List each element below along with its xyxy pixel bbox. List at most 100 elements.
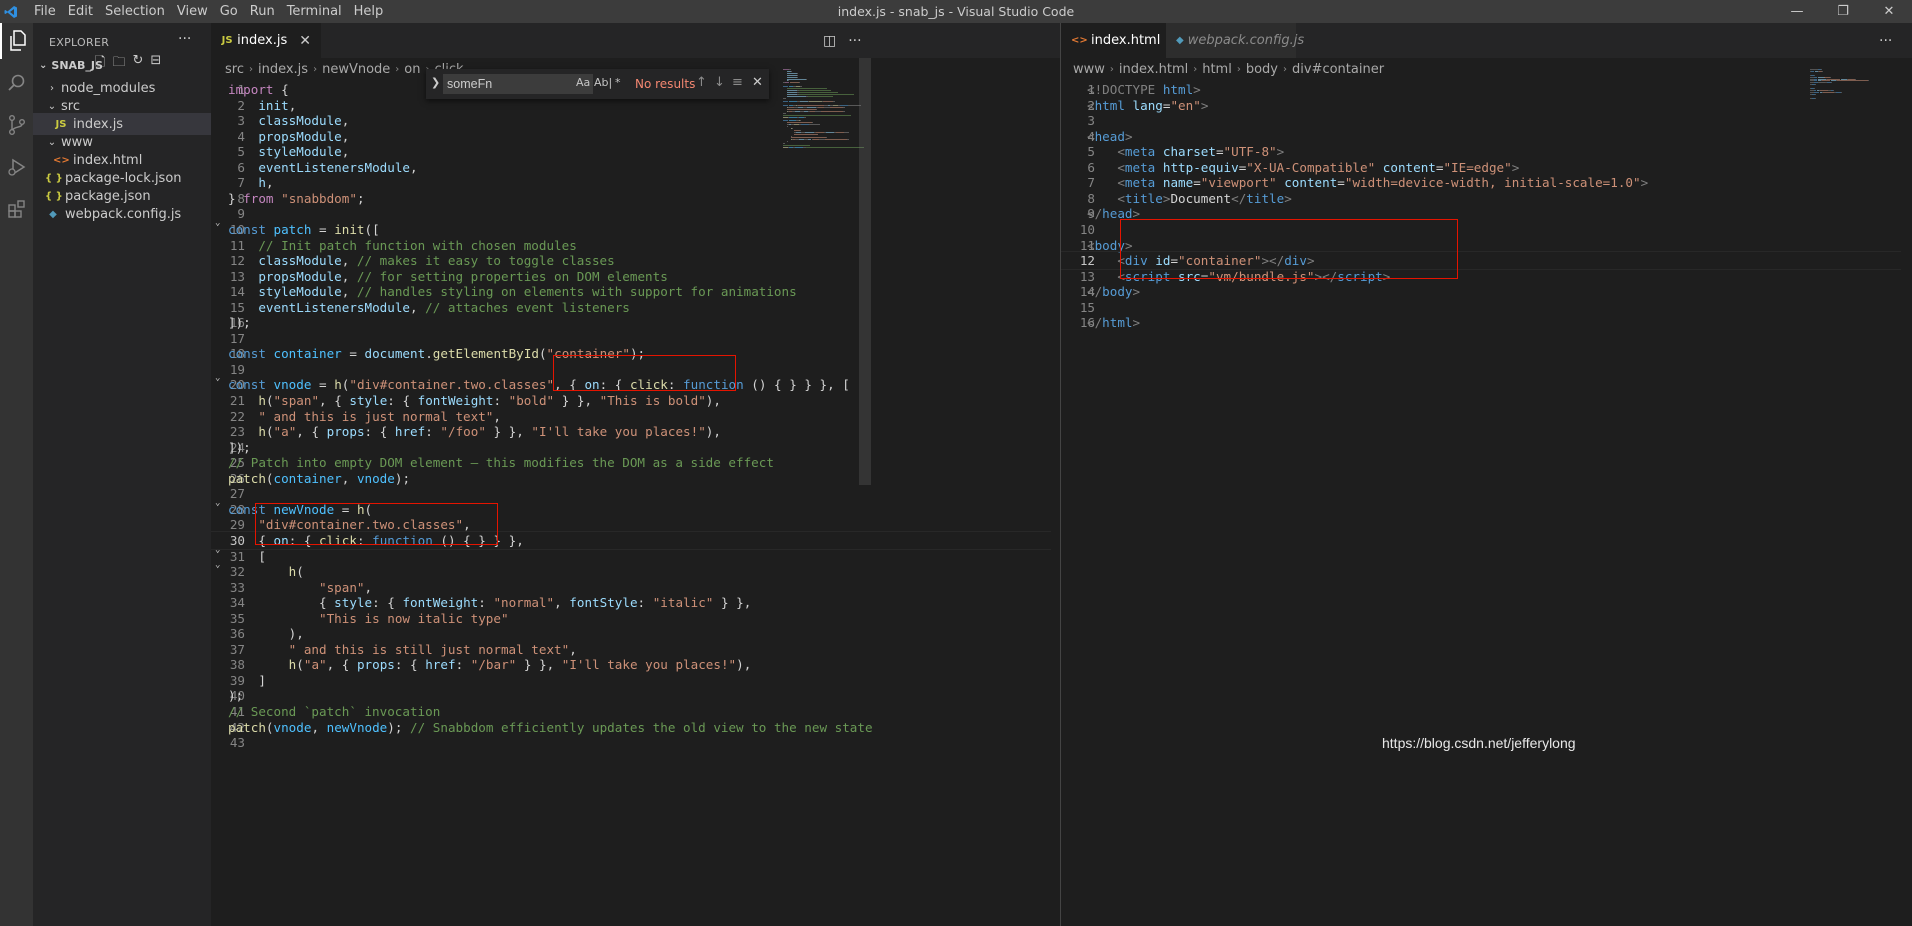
new-file-icon[interactable]: 🗋 [95,53,105,75]
collapse-all-icon[interactable]: ⊟ [150,53,161,75]
next-match-icon[interactable]: ↓ [714,75,725,90]
breadcrumb: www › index.html › html › body › div#container [1073,58,1384,80]
menu-file[interactable]: File [34,4,56,19]
previous-match-icon[interactable]: ↑ [696,75,707,90]
menu-view[interactable]: View [177,4,208,19]
vscode-logo-icon [0,0,22,23]
minimap-mark [825,137,827,139]
search-icon[interactable] [0,65,33,101]
tab-index-html[interactable]: <> index.html ✕ [1061,23,1184,58]
breadcrumb-item[interactable]: index.js [258,62,308,77]
minimap-mark [783,86,788,88]
find-widget: ❯ Aa Ab| * No results ↑ ↓ ≡ ✕ [426,69,769,99]
minimap-mark [798,105,824,107]
breadcrumb-item[interactable]: html [1202,62,1232,77]
minimap[interactable] [1810,69,1880,99]
minimap-mark [786,126,788,127]
tree-item-label: index.html [73,152,143,168]
menu-terminal[interactable]: Terminal [287,4,342,19]
minimap-mark [786,93,798,95]
chevron-right-icon: › [1109,63,1114,75]
json-file-icon: { } [45,190,63,202]
explorer-icon[interactable] [0,23,33,59]
run-debug-icon[interactable] [0,149,33,185]
refresh-icon[interactable]: ↻ [132,53,143,75]
minimap-mark [790,70,792,72]
minimap-mark [836,131,844,133]
minimap-mark [805,78,807,80]
minimap-mark [791,127,793,129]
minimap-mark [800,86,802,88]
tab-bar-left: JS index.js ✕ ◫ ··· [211,23,1060,58]
code-line[interactable]: 43 [211,733,1051,752]
new-folder-icon[interactable]: 🗀 [112,53,125,75]
code-line[interactable]: 16 </html> [1061,313,1901,332]
minimize-icon[interactable]: — [1774,0,1820,23]
fold-chevron-icon[interactable]: ⌄ [215,373,220,383]
minimap-mark [833,101,836,103]
minimap-mark [788,69,791,70]
more-icon[interactable]: ··· [1879,33,1892,49]
breadcrumb-item[interactable]: src [225,62,244,77]
menu-edit[interactable]: Edit [68,4,93,19]
json-file-icon: { } [45,172,63,184]
minimap-mark [794,133,819,135]
regex-icon[interactable]: * [615,76,621,89]
menu-help[interactable]: Help [354,4,384,19]
breadcrumb-item[interactable]: div#container [1292,62,1384,77]
minimap-mark [800,120,802,122]
minimap-mark [1814,97,1816,99]
breadcrumb-item[interactable]: newVnode [322,62,390,77]
minimap-mark [846,139,849,141]
breadcrumb-item[interactable]: body [1246,62,1278,77]
match-case-icon[interactable]: Aa [576,76,590,89]
split-editor-icon[interactable]: ◫ [823,33,836,49]
breadcrumb-item[interactable]: www [1073,62,1105,77]
find-input[interactable] [443,74,593,94]
chevron-right-icon: › [313,63,318,75]
tab-index-js[interactable]: JS index.js ✕ [211,23,321,58]
fold-chevron-icon[interactable]: ⌄ [215,218,220,228]
menu-go[interactable]: Go [220,4,238,19]
close-window-icon[interactable]: ✕ [1866,0,1912,23]
js-file-icon: JS [55,118,67,130]
tab-webpack-config[interactable]: ◆ webpack.config.js [1166,23,1304,58]
minimap-mark [1814,84,1816,86]
more-actions-icon[interactable]: ··· [178,31,191,47]
close-find-icon[interactable]: ✕ [752,75,763,90]
fold-chevron-icon[interactable]: ⌄ [215,498,220,508]
minimap-mark [797,76,799,78]
minimap-mark [786,89,798,91]
tree-item-webpack-config-js[interactable]: ◆ webpack.config.js [33,203,211,225]
whole-word-icon[interactable]: Ab| [594,76,612,89]
minimap-mark [804,131,815,133]
source-control-icon[interactable] [0,107,33,143]
menu-run[interactable]: Run [250,4,275,19]
vertical-scrollbar[interactable] [859,58,871,485]
more-icon[interactable]: ··· [848,33,861,49]
code-token: html [1102,315,1133,331]
close-tab-icon[interactable]: ✕ [299,33,311,49]
minimap-mark [797,74,799,76]
minimap-mark [786,76,798,78]
extensions-icon[interactable] [0,191,33,227]
minimap-mark [1810,70,1814,72]
find-in-selection-icon[interactable]: ≡ [732,75,743,90]
fold-chevron-icon[interactable]: ⌄ [215,545,220,555]
fold-chevron-icon[interactable]: ⌄ [215,560,220,570]
webpack-file-icon: ◆ [1176,35,1184,46]
minimap-mark [783,112,786,114]
minimap[interactable] [783,69,864,149]
menu-selection[interactable]: Selection [105,4,165,19]
toggle-replace-icon[interactable]: ❯ [431,76,440,89]
window-controls: — ❐ ✕ [1774,0,1912,23]
minimap-mark [1841,91,1843,93]
minimap-mark [800,129,802,131]
minimap-mark [783,101,788,103]
breadcrumb-item[interactable]: on [404,62,420,77]
restore-icon[interactable]: ❐ [1820,0,1866,23]
breadcrumb-item[interactable]: index.html [1119,62,1188,77]
tab-label: index.js [237,33,288,48]
minimap-mark [790,135,793,137]
chevron-right-icon: › [248,63,253,75]
